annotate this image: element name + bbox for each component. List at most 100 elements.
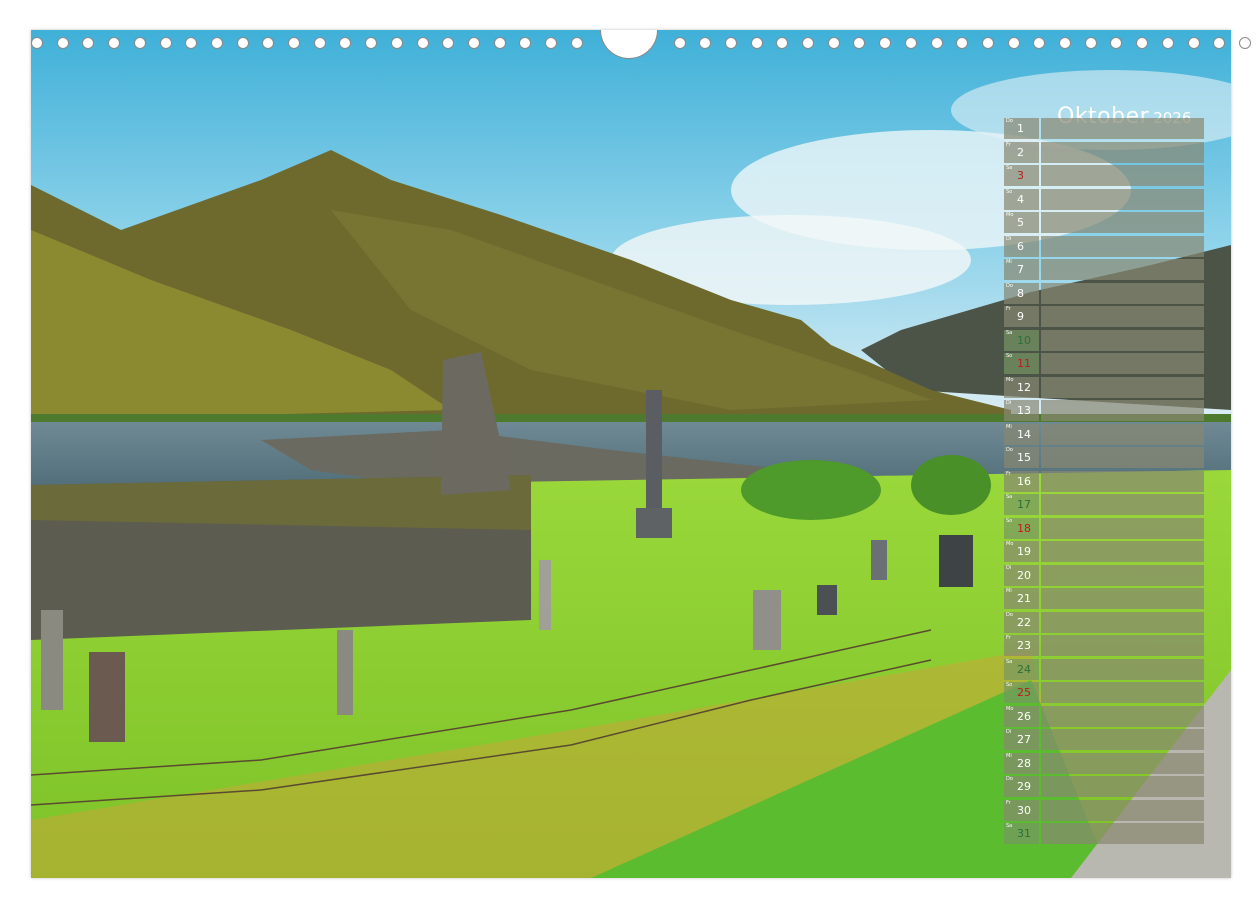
day-number-cell: Do 15 [1004, 447, 1039, 468]
day-number: 30 [1017, 803, 1031, 817]
day-number-cell: Mo 19 [1004, 541, 1039, 562]
day-row: Do 8 [1004, 282, 1204, 304]
binding-ring [313, 37, 326, 49]
weekday-label: Do [1006, 447, 1013, 453]
memorial-column [646, 390, 662, 510]
day-number-cell: Di 20 [1004, 564, 1039, 586]
weekday-label: So [1006, 353, 1013, 359]
day-note-cell [1041, 423, 1204, 445]
day-row: Mo 26 [1004, 705, 1204, 727]
day-number-cell: Mo 12 [1004, 376, 1039, 398]
binding-ring [262, 37, 275, 49]
weekday-label: Do [1006, 611, 1013, 618]
day-note-cell [1041, 635, 1204, 656]
binding-ring [442, 37, 455, 49]
day-number: 28 [1017, 756, 1031, 770]
day-note-cell [1041, 259, 1204, 280]
weekday-label: Di [1006, 235, 1012, 242]
weekday-label: Di [1006, 729, 1012, 735]
binding-ring [519, 37, 532, 49]
day-note-cell [1041, 235, 1204, 257]
day-number-cell: Mi 21 [1004, 588, 1039, 609]
binding-ring [1187, 37, 1200, 49]
day-row: Fr 30 [1004, 799, 1204, 821]
day-number: 11 [1017, 357, 1031, 370]
day-note-cell [1041, 141, 1204, 163]
weekday-label: Fr [1006, 470, 1011, 477]
day-row: Di 27 [1004, 729, 1204, 750]
day-row: Do 15 [1004, 447, 1204, 468]
binding-ring [570, 37, 583, 49]
weekday-label: Mo [1006, 541, 1014, 547]
binding-ring [1007, 37, 1020, 49]
day-note-cell [1041, 282, 1204, 304]
weekday-label: Sa [1006, 823, 1013, 829]
day-row: So 25 [1004, 682, 1204, 703]
weekday-label: Sa [1006, 494, 1013, 500]
day-row: Di 13 [1004, 400, 1204, 421]
day-number-cell: Mi 7 [1004, 259, 1039, 280]
day-number: 17 [1017, 498, 1031, 511]
day-number: 19 [1017, 545, 1031, 558]
day-number: 16 [1017, 474, 1031, 488]
day-row: Sa 10 [1004, 329, 1204, 351]
day-row: So 18 [1004, 517, 1204, 539]
weekday-label: Fr [1006, 141, 1011, 148]
binding-ring [981, 37, 994, 49]
day-number-cell: Do 29 [1004, 776, 1039, 797]
day-number: 9 [1017, 310, 1024, 323]
day-note-cell [1041, 682, 1204, 703]
binding-ring [56, 37, 69, 49]
day-note-cell [1041, 447, 1204, 468]
day-note-cell [1041, 564, 1204, 586]
day-number-cell: Sa 17 [1004, 494, 1039, 515]
day-number-cell: Fr 2 [1004, 141, 1039, 163]
weekday-label: Mi [1006, 588, 1012, 594]
day-number-cell: Sa 24 [1004, 658, 1039, 680]
binding-ring [879, 37, 892, 49]
day-number-cell: Mi 14 [1004, 423, 1039, 445]
day-row: Mo 19 [1004, 541, 1204, 562]
day-note-cell [1041, 752, 1204, 774]
day-number: 12 [1017, 380, 1031, 394]
binding-ring [159, 37, 172, 49]
day-number-cell: Fr 16 [1004, 470, 1039, 492]
day-note-cell [1041, 823, 1204, 844]
day-number: 22 [1017, 615, 1031, 629]
weekday-label: So [1006, 517, 1013, 524]
day-number: 4 [1017, 192, 1024, 206]
day-number: 31 [1017, 827, 1031, 840]
day-number-cell: Mi 28 [1004, 752, 1039, 774]
binding-ring [31, 37, 43, 49]
binding-ring [210, 37, 223, 49]
day-note-cell [1041, 188, 1204, 210]
weekday-label: Sa [1006, 329, 1013, 336]
weekday-label: Do [1006, 776, 1013, 782]
day-row: Sa 3 [1004, 165, 1204, 186]
day-number-cell: Do 8 [1004, 282, 1039, 304]
day-number: 10 [1017, 333, 1031, 347]
binding-ring [1084, 37, 1097, 49]
day-row: Sa 24 [1004, 658, 1204, 680]
day-number-cell: Mo 5 [1004, 212, 1039, 233]
day-row: Do 29 [1004, 776, 1204, 797]
day-note-cell [1041, 658, 1204, 680]
weekday-label: So [1006, 188, 1013, 195]
day-number-cell: Fr 23 [1004, 635, 1039, 656]
day-number: 8 [1017, 286, 1024, 300]
weekday-label: Mo [1006, 705, 1014, 712]
binding-ring [288, 37, 300, 49]
day-note-cell [1041, 165, 1204, 186]
day-number: 13 [1017, 404, 1031, 417]
day-row: Do 22 [1004, 611, 1204, 633]
day-number-cell: Sa 31 [1004, 823, 1039, 844]
day-number: 6 [1017, 239, 1024, 253]
day-number: 5 [1017, 216, 1024, 229]
binding-ring [904, 37, 917, 49]
day-row: Fr 16 [1004, 470, 1204, 492]
day-number: 2 [1017, 145, 1024, 159]
day-row: Fr 9 [1004, 306, 1204, 327]
weekday-label: Do [1006, 118, 1013, 124]
binding-ring [339, 37, 352, 49]
weekday-label: Fr [1006, 306, 1011, 312]
